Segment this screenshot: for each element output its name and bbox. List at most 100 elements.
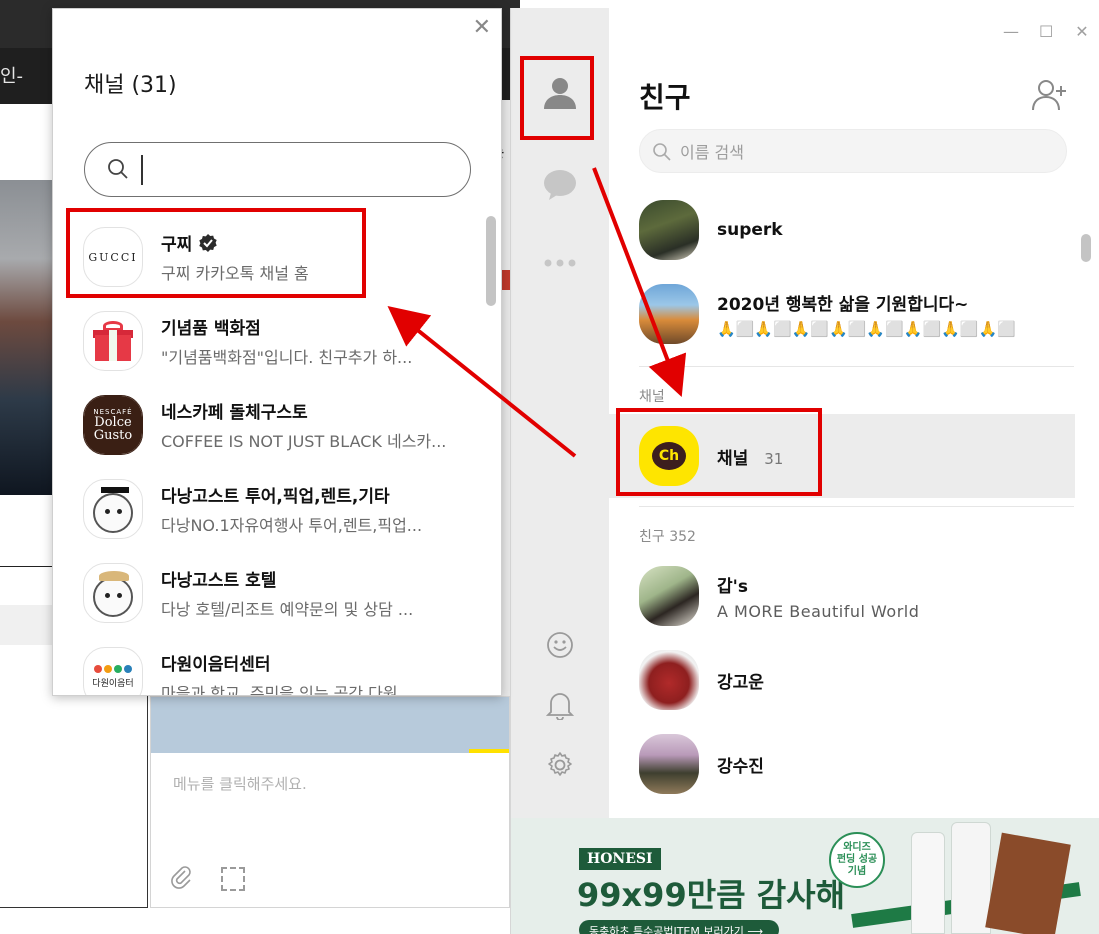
- channel-search-input[interactable]: [141, 155, 441, 185]
- search-icon: [653, 143, 671, 161]
- friend-name: 강고운: [717, 672, 764, 693]
- channel-description: 구찌 카카오톡 채널 홈: [161, 264, 309, 283]
- friends-tab[interactable]: [535, 68, 585, 118]
- friend-row[interactable]: 갑's A MORE Beautiful World: [609, 554, 1099, 638]
- channel-description: 마을과 학교, 주민을 잇는 공간 다원...: [161, 684, 413, 696]
- side-navigation: [511, 8, 609, 818]
- emoticon-button[interactable]: [535, 620, 585, 670]
- profile-name: superk: [717, 220, 783, 240]
- channel-item[interactable]: 다원이음터 다원이음터센터 마을과 학교, 주민을 잇는 공간 다원...: [53, 635, 501, 696]
- gift-box-logo: [83, 311, 143, 371]
- window-controls: — ☐ ✕: [1003, 22, 1089, 41]
- popup-title: 채널 (31): [84, 73, 177, 98]
- dawon-logo-text: 다원이음터: [92, 679, 134, 689]
- friend-row[interactable]: 강고운: [609, 638, 1099, 722]
- dolce-gusto-logo: NESCAFÉ Dolce Gusto: [83, 395, 143, 455]
- channel-count: 31: [764, 449, 784, 468]
- channel-item[interactable]: GUCCI 구찌 구찌 카카오톡 채널 홈: [53, 215, 501, 299]
- friend-name: 강수진: [717, 756, 764, 777]
- settings-button[interactable]: [535, 740, 585, 790]
- friend-search-input[interactable]: [680, 138, 1050, 166]
- background-row: [0, 605, 52, 645]
- channel-name: 구찌: [161, 235, 193, 255]
- channel-name: 기념품 백화점: [161, 319, 261, 339]
- channel-description: 다낭 호텔/리조트 예약문의 및 상담 ...: [161, 600, 414, 619]
- channel-item[interactable]: 기념품 백화점 "기념품백화점"입니다. 친구추가 하...: [53, 299, 501, 383]
- friends-section-label: 친구 352: [639, 529, 696, 545]
- close-icon[interactable]: ✕: [1075, 22, 1089, 41]
- avatar: [639, 734, 699, 794]
- channel-item[interactable]: 다낭고스트 호텔 다낭 호텔/리조트 예약문의 및 상담 ...: [53, 551, 501, 635]
- friend-status-message: 🙏⬜🙏⬜🙏⬜🙏⬜🙏⬜🙏⬜🙏⬜🙏⬜: [717, 320, 1016, 338]
- channel-description: 다낭NO.1자유여행사 투어,렌트,픽업...: [161, 516, 423, 535]
- more-tab[interactable]: [535, 238, 585, 288]
- more-dots-icon: [544, 259, 576, 267]
- ad-badge-text: 와디즈 펀딩 성공 기념: [836, 842, 878, 877]
- close-icon[interactable]: ✕: [473, 17, 491, 39]
- section-divider: [639, 366, 1074, 367]
- chat-window-message-area: [151, 697, 509, 753]
- chat-window-accent: [469, 749, 509, 753]
- friend-name: 갑's: [717, 576, 748, 597]
- avatar: [639, 650, 699, 710]
- channel-badge-text: Ch: [652, 442, 686, 470]
- background-photo: [0, 180, 55, 495]
- gucci-logo-text: GUCCI: [88, 250, 138, 264]
- ad-headline: 99x99만큼 감사해: [577, 876, 846, 914]
- scrollbar[interactable]: [486, 216, 496, 306]
- minimize-icon[interactable]: —: [1003, 22, 1019, 41]
- my-profile-row[interactable]: superk: [609, 188, 1099, 272]
- capture-icon[interactable]: [221, 867, 245, 891]
- notifications-button[interactable]: [535, 680, 585, 730]
- scrollbar[interactable]: [1081, 234, 1091, 262]
- paperclip-icon[interactable]: [169, 865, 193, 895]
- channel-list-row[interactable]: Ch 채널 31: [609, 414, 1075, 498]
- ad-badge: 와디즈 펀딩 성공 기념: [829, 832, 885, 888]
- channel-list: GUCCI 구찌 구찌 카카오톡 채널 홈 기념품 백화점 "기념품백화점"입니…: [53, 215, 501, 696]
- avatar: [639, 284, 699, 344]
- page-title: 친구: [639, 81, 691, 114]
- chats-tab[interactable]: [535, 160, 585, 210]
- background-toolbar-text: 인-: [0, 66, 24, 87]
- channel-description: "기념품백화점"입니다. 친구추가 하...: [161, 348, 413, 367]
- channel-name: 다원이음터센터: [161, 655, 271, 675]
- channel-item[interactable]: NESCAFÉ Dolce Gusto 네스카페 돌체구스토 COFFEE IS…: [53, 383, 501, 467]
- dolce-gusto-text: Gusto: [93, 428, 133, 443]
- gucci-logo: GUCCI: [83, 227, 143, 287]
- channel-name: 다낭고스트 투어,픽업,렌트,기타: [161, 487, 390, 507]
- ad-product-bottle: [911, 832, 945, 934]
- search-icon: [108, 159, 128, 179]
- ad-brand: HONESI: [579, 848, 661, 870]
- friend-row[interactable]: 강수진: [609, 722, 1099, 806]
- chat-window: 메뉴를 클릭해주세요.: [150, 696, 510, 908]
- ad-link[interactable]: 동충하초 특수공법ITEM 보러가기 ⟶: [579, 920, 779, 934]
- maximize-icon[interactable]: ☐: [1039, 22, 1053, 41]
- chat-input-placeholder[interactable]: 메뉴를 클릭해주세요.: [173, 773, 307, 794]
- ghost-mascot-logo: [83, 479, 143, 539]
- channel-description: COFFEE IS NOT JUST BLACK 네스카...: [161, 432, 447, 451]
- channel-name: 다낭고스트 호텔: [161, 571, 277, 591]
- background-divider: [0, 566, 52, 567]
- dawon-logo: 다원이음터: [83, 647, 143, 695]
- add-friend-button[interactable]: [1031, 78, 1069, 112]
- channel-item[interactable]: 다낭고스트 투어,픽업,렌트,기타 다낭NO.1자유여행사 투어,렌트,픽업..…: [53, 467, 501, 551]
- add-person-icon: [1032, 80, 1066, 111]
- speech-bubble-icon: [544, 170, 576, 200]
- avatar: [639, 566, 699, 626]
- channel-name: 네스카페 돌체구스토: [161, 403, 308, 423]
- friend-search[interactable]: [639, 129, 1067, 173]
- person-icon: [544, 78, 576, 109]
- ad-product-pouch: [985, 832, 1071, 934]
- kakaotalk-window: — ☐ ✕ 친구 superk 2020년 행복한 삶을 기원합니다~ 🙏⬜🙏⬜…: [510, 8, 1099, 934]
- channel-badge-icon: Ch: [639, 426, 699, 486]
- ghost-hat-logo: [83, 563, 143, 623]
- section-divider: [639, 506, 1074, 507]
- channel-search[interactable]: [84, 142, 471, 197]
- friend-status-message: A MORE Beautiful World: [717, 601, 920, 621]
- friend-row-status[interactable]: 2020년 행복한 삶을 기원합니다~ 🙏⬜🙏⬜🙏⬜🙏⬜🙏⬜🙏⬜🙏⬜🙏⬜: [609, 272, 1099, 356]
- ad-product-bottle: [951, 822, 991, 934]
- channel-section-label: 채널: [639, 389, 665, 405]
- verified-badge-icon: [199, 233, 217, 252]
- gear-icon: [548, 752, 572, 776]
- ad-banner[interactable]: HONESI 99x99만큼 감사해 동충하초 특수공법ITEM 보러가기 ⟶ …: [511, 818, 1099, 934]
